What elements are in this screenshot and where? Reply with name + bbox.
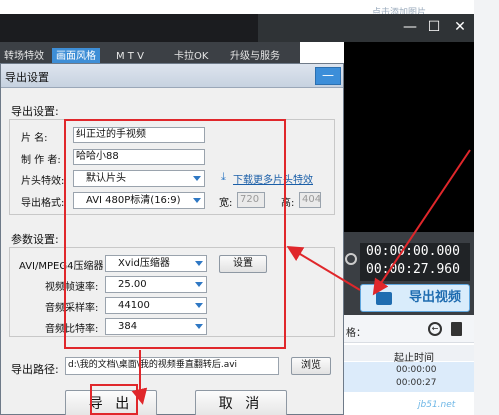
sample-rate-label: 音频采样率: bbox=[45, 303, 99, 314]
fps-select[interactable]: 25.00 bbox=[105, 276, 207, 293]
column-name-label: 格： bbox=[346, 328, 366, 339]
bitrate-value: 384 bbox=[118, 321, 138, 332]
export-settings-dialog: 导出设置 — 导出设置: 片 名: 纠正过的手视频 制 作 者: 哈哈小88 片… bbox=[0, 63, 344, 415]
intro-effect-label: 片头特效: bbox=[21, 176, 65, 187]
export-settings-label: 导出设置: bbox=[11, 105, 59, 118]
bitrate-label: 音频比特率: bbox=[45, 324, 99, 335]
dialog-minimize-button[interactable]: — bbox=[315, 67, 341, 85]
format-value: AVI 480P标清(16:9) bbox=[86, 195, 181, 206]
row-end-time: 00:00:27 bbox=[396, 378, 437, 388]
output-path-label: 导出路径: bbox=[11, 363, 59, 376]
chevron-down-icon bbox=[193, 176, 201, 181]
height-label: 高: bbox=[281, 198, 295, 209]
dialog-title: 导出设置 bbox=[5, 71, 49, 84]
width-label: 宽: bbox=[219, 198, 233, 209]
params-settings-label: 参数设置: bbox=[11, 233, 59, 246]
timecode-display: 00:00:00.000 00:00:27.960 bbox=[360, 243, 470, 281]
title-label: 片 名: bbox=[21, 133, 48, 144]
total-time: 00:00:27.960 bbox=[366, 262, 460, 277]
main-titlebar bbox=[0, 14, 258, 42]
codec-value: Xvid压缩器 bbox=[118, 258, 170, 269]
export-video-label: 导出视频 bbox=[408, 290, 461, 305]
author-input[interactable]: 哈哈小88 bbox=[73, 149, 205, 165]
film-export-icon bbox=[376, 292, 392, 305]
chevron-down-icon bbox=[195, 324, 203, 329]
codec-label: AVI/MPEG4压缩器 bbox=[19, 261, 104, 272]
chevron-down-icon bbox=[195, 303, 203, 308]
current-time: 00:00:00.000 bbox=[366, 244, 460, 259]
video-preview bbox=[344, 42, 474, 242]
codec-settings-button[interactable]: 设置 bbox=[219, 255, 267, 273]
browse-button[interactable]: 浏览 bbox=[291, 357, 331, 375]
dialog-titlebar[interactable]: 导出设置 — bbox=[1, 64, 343, 88]
chevron-down-icon bbox=[195, 261, 203, 266]
title-input[interactable]: 纠正过的手视频 bbox=[73, 127, 205, 143]
minimize-icon[interactable]: — bbox=[398, 14, 422, 40]
cancel-button[interactable]: 取 消 bbox=[195, 390, 287, 415]
intro-effect-value: 默认片头 bbox=[86, 173, 126, 184]
fps-value: 25.00 bbox=[118, 279, 147, 290]
author-label: 制 作 者: bbox=[21, 155, 61, 166]
watermark: jb51.net bbox=[418, 400, 456, 410]
fps-label: 视频帧速率: bbox=[45, 282, 99, 293]
sample-rate-select[interactable]: 44100 bbox=[105, 297, 207, 314]
download-more-intros-link[interactable]: 下载更多片头特效 bbox=[233, 171, 313, 186]
bitrate-select[interactable]: 384 bbox=[105, 318, 207, 335]
move-arrow-icon[interactable]: ← bbox=[428, 322, 442, 336]
format-select[interactable]: AVI 480P标清(16:9) bbox=[73, 192, 205, 209]
intro-effect-select[interactable]: 默认片头 bbox=[73, 170, 205, 187]
download-icon[interactable]: ⤓ bbox=[221, 171, 231, 182]
chevron-down-icon bbox=[193, 198, 201, 203]
row-start-time: 00:00:00 bbox=[396, 365, 437, 375]
chevron-down-icon bbox=[195, 282, 203, 287]
play-icon[interactable] bbox=[345, 253, 357, 265]
codec-select[interactable]: Xvid压缩器 bbox=[105, 255, 207, 272]
trash-icon[interactable] bbox=[451, 322, 462, 336]
sample-rate-value: 44100 bbox=[118, 300, 150, 311]
output-path-input[interactable]: d:\我的文档\桌面\我的视频垂直翻转后.avi bbox=[65, 357, 279, 375]
export-button[interactable]: 导 出 bbox=[65, 390, 157, 415]
right-edge-panel bbox=[474, 0, 499, 415]
close-icon[interactable]: ✕ bbox=[448, 14, 472, 40]
format-label: 导出格式: bbox=[21, 198, 65, 209]
maximize-icon[interactable]: ☐ bbox=[422, 14, 446, 40]
width-input[interactable]: 720 bbox=[237, 192, 265, 208]
height-input[interactable]: 404 bbox=[299, 192, 321, 208]
